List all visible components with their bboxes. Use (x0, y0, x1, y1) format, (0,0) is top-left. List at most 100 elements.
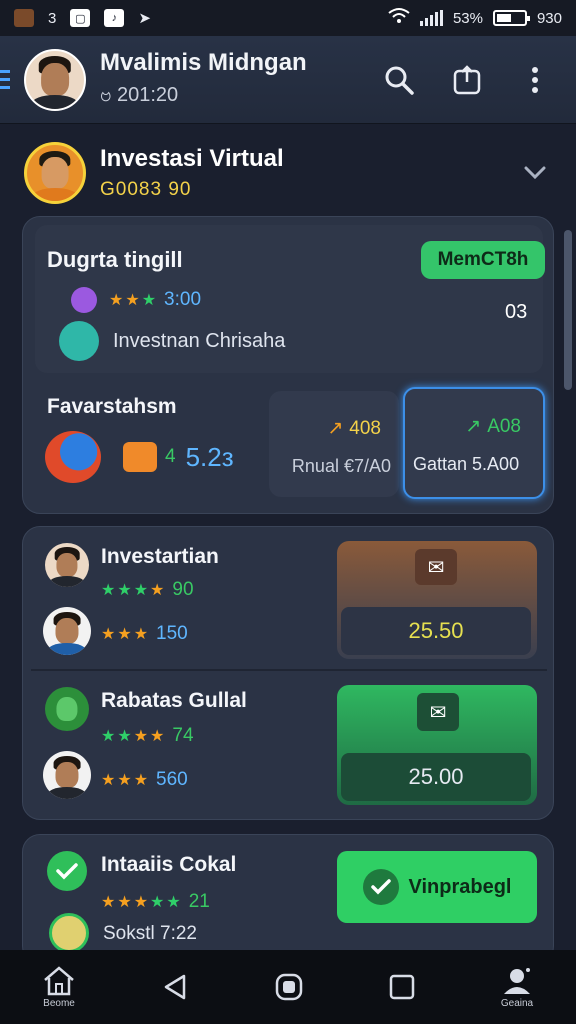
list-row[interactable]: Investartian ★★★★ 90 ★★★ 150 ✉ 25.50 (23, 527, 555, 669)
search-button[interactable] (382, 63, 416, 97)
avatar[interactable] (24, 48, 86, 111)
more-options-button[interactable] (518, 63, 552, 97)
nav-home-label: Beome (43, 997, 75, 1009)
app-header: Mvalimis Midngan ဗ 201:20 (0, 36, 576, 124)
stat-box-gattan[interactable]: ↗ A08 Gattan 5.A00 (403, 387, 545, 499)
fav-value: 5.2з (185, 441, 234, 472)
section-avatar (24, 142, 86, 204)
bottom-nav: Beome Geaina (0, 950, 576, 1024)
more-vert-icon (532, 66, 538, 93)
check-badge-icon (362, 869, 399, 905)
card-subtitle: Sokstl 7:22 (103, 923, 197, 944)
home-icon (44, 965, 74, 995)
stat-box-rnual[interactable]: ↗ 408 Rnual €7/Α0 (269, 391, 399, 497)
share-icon (453, 64, 481, 94)
status-time: 930 (536, 9, 562, 27)
investment-list-card: Investartian ★★★★ 90 ★★★ 150 ✉ 25.50 Rab… (22, 526, 554, 820)
card-title: Intaaiis Cokal (101, 853, 237, 876)
stars-icon: ★★★★★ (101, 894, 183, 911)
nav-home-button[interactable] (274, 972, 304, 1002)
trend-up-icon: ↗ (465, 416, 482, 437)
nav-profile-label: Geaina (500, 997, 534, 1009)
section-header[interactable]: Investasi Virtual G0083 90 (24, 138, 552, 208)
drawer-handle[interactable] (0, 62, 10, 98)
side-value: 03 (505, 301, 528, 323)
stars-icon: ★★★★ (101, 582, 167, 599)
stars-icon: ★★★★ (101, 728, 167, 745)
rating-row: ★★★ 3:00 (71, 287, 201, 313)
image-icon: ▢ (70, 9, 91, 27)
battery-icon (492, 10, 530, 26)
trend-up-icon: ↗ (327, 418, 344, 439)
row-title: Investartian (101, 545, 219, 568)
list-row[interactable]: Rabatas Gullal ★★★★ 74 ★★★ 560 ✉ 25.00 (23, 673, 555, 819)
rating-value: 74 (172, 725, 194, 746)
confirm-label: Vinprabegl (408, 875, 512, 898)
check-circle-icon (47, 851, 87, 891)
mail-icon: ✉ (417, 693, 459, 731)
share-button[interactable] (450, 63, 484, 97)
list-item[interactable]: Investnan Chrisaha (59, 321, 285, 361)
section-balance: G0083 90 (100, 179, 192, 200)
user-subtitle: ဗ 201:20 (100, 83, 179, 106)
user-name: Mvalimis Midngan (100, 48, 307, 76)
rating-value: 150 (156, 623, 188, 644)
stars-icon: ★★★ (101, 772, 151, 789)
rating-row: ★★★★ 74 (101, 725, 194, 747)
home-circle-icon (275, 973, 303, 1001)
nav-profile[interactable]: Geaina (500, 966, 534, 1009)
section-title: Investasi Virtual (100, 145, 284, 172)
wifi-icon (388, 7, 410, 29)
arrow-icon: ➤ (138, 10, 151, 27)
tiktok-icon: ♪ (104, 9, 125, 27)
app-icon (14, 9, 34, 27)
stat-top: A08 (487, 415, 521, 437)
rating-value: 3:00 (164, 289, 202, 310)
wallet-icon (59, 321, 99, 361)
back-icon (164, 974, 186, 1000)
nav-home[interactable]: Beome (42, 965, 76, 1009)
battery-percent: 53% (452, 9, 483, 27)
avatar (43, 751, 91, 799)
check-box-icon (123, 442, 157, 472)
rating-row: ★★★★ 90 (101, 579, 194, 601)
stat-bottom: Rnual €7/Α0 (291, 456, 391, 476)
value-tile[interactable]: ✉ 25.50 (337, 541, 537, 659)
rating-value: 21 (188, 891, 210, 912)
stars-icon: ★★★ (109, 292, 159, 309)
rating-value: 90 (172, 579, 194, 600)
action-button[interactable]: MemCT8h (421, 241, 545, 279)
favorites-title: Favarstahsm (47, 395, 177, 418)
rating-row: ★★★ 150 (101, 623, 188, 645)
chevron-down-icon[interactable] (524, 166, 546, 180)
rating-row: ★★★ 560 (101, 769, 188, 791)
value-tile[interactable]: ✉ 25.00 (337, 685, 537, 805)
scrollbar[interactable] (564, 230, 572, 390)
rating-value: 560 (156, 769, 188, 790)
percent-icon (71, 287, 97, 313)
nav-recents[interactable] (388, 973, 416, 1001)
recents-icon (389, 974, 415, 1000)
card-top-panel: Dugrta tingill MemCT8h ★★★ 3:00 03 Inves… (35, 225, 545, 373)
fish-icon (45, 431, 101, 483)
tile-value: 25.00 (341, 753, 531, 801)
row-title: Rabatas Gullal (101, 689, 247, 712)
card-title: Dugrta tingill (47, 247, 183, 272)
item-label: Investnan Chrisaha (113, 329, 286, 352)
investment-card: Dugrta tingill MemCT8h ★★★ 3:00 03 Inves… (22, 216, 554, 514)
status-bar: 3 ▢ ♪ ➤ 53% 930 (0, 0, 576, 36)
favorites-row: 4 5.2з (45, 431, 234, 483)
status-card: Intaaiis Cokal ★★★★★ 21 Sokstl 7:22 Vinp… (22, 834, 554, 964)
avatar (43, 607, 91, 655)
user-icon (504, 967, 530, 994)
tile-value: 25.50 (341, 607, 531, 655)
avatar (45, 543, 89, 587)
signal-icon (419, 10, 443, 26)
stat-top: 408 (349, 417, 381, 439)
status-notification-count: 3 (48, 9, 57, 27)
mail-icon: ✉ (415, 549, 457, 585)
confirm-button[interactable]: Vinprabegl (337, 851, 537, 923)
nav-back[interactable] (160, 972, 190, 1002)
stat-bottom: Gattan 5.A00 (413, 454, 520, 474)
file-icon (49, 913, 89, 953)
